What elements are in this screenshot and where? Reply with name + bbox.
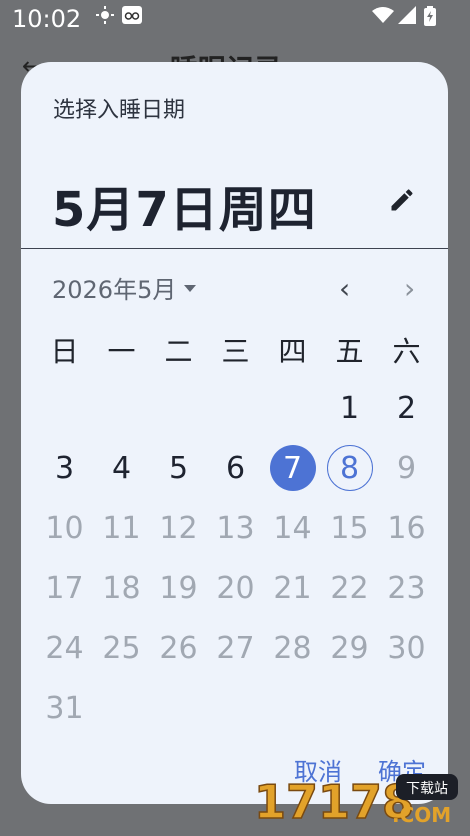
- weekday-header: 日一二三四五六: [36, 327, 434, 377]
- day-number: 27: [216, 630, 255, 666]
- battery-icon: [424, 6, 436, 26]
- header-divider: [21, 248, 448, 249]
- day-number: 4: [111, 450, 132, 486]
- date-picker-dialog: 选择入睡日期 5月7日周四 2026年5月 ‹ › 日一二三四五六 123456…: [21, 62, 448, 804]
- calendar-day: 10: [36, 498, 93, 558]
- day-number: 30: [387, 630, 426, 666]
- calendar-day: 15: [321, 498, 378, 558]
- calendar-day[interactable]: 4: [93, 438, 150, 498]
- day-number: 11: [102, 510, 141, 546]
- calendar-day: 23: [378, 558, 435, 618]
- dropdown-caret-icon: [184, 285, 197, 292]
- weekday-label: 三: [221, 335, 250, 368]
- edit-pencil-icon[interactable]: [388, 186, 416, 214]
- day-number: 28: [273, 630, 312, 666]
- calendar-day: 17: [36, 558, 93, 618]
- calendar-day: 25: [93, 618, 150, 678]
- day-number: 12: [159, 510, 198, 546]
- weekday-label: 二: [164, 335, 193, 368]
- day-number: 25: [102, 630, 141, 666]
- calendar-day: 14: [264, 498, 321, 558]
- calendar-day: 31: [36, 678, 93, 738]
- day-number: 14: [273, 510, 312, 546]
- day-number: 22: [330, 570, 369, 606]
- calendar-day[interactable]: 3: [36, 438, 93, 498]
- calendar-day: 12: [150, 498, 207, 558]
- brightness-icon: [96, 6, 114, 24]
- calendar-day: 13: [207, 498, 264, 558]
- calendar-grid: 1 2 3 4 5 6 7 8 9 10 11 12 13 14 15 16 17 18 19 20 21 22 23 24 2…: [36, 378, 434, 738]
- previous-month-button[interactable]: ‹: [339, 272, 350, 305]
- day-number: 31: [45, 690, 84, 726]
- day-number: 19: [159, 570, 198, 606]
- calendar-day[interactable]: 6: [207, 438, 264, 498]
- calendar-day: 19: [150, 558, 207, 618]
- day-number: 20: [216, 570, 255, 606]
- day-number: 18: [102, 570, 141, 606]
- day-number: 7: [269, 445, 316, 491]
- calendar-day: 30: [378, 618, 435, 678]
- day-number: 3: [54, 450, 75, 486]
- svg-text:17178: 17178: [254, 775, 414, 829]
- day-number: 24: [45, 630, 84, 666]
- empty-day-cell: [207, 378, 264, 438]
- day-number: 2: [396, 390, 417, 426]
- day-number: 15: [330, 510, 369, 546]
- day-number: 23: [387, 570, 426, 606]
- dialog-headline: 选择入睡日期: [53, 98, 186, 123]
- weekday-label: 日: [50, 335, 79, 368]
- day-number: 9: [396, 450, 417, 486]
- empty-day-cell: [264, 378, 321, 438]
- calendar-day: 9: [378, 438, 435, 498]
- empty-day-cell: [36, 378, 93, 438]
- day-number: 17: [45, 570, 84, 606]
- status-bar: 10:02: [0, 0, 470, 40]
- svg-text:下载站: 下载站: [406, 781, 448, 797]
- day-number: 16: [387, 510, 426, 546]
- day-number: 13: [216, 510, 255, 546]
- day-number: 1: [339, 390, 360, 426]
- empty-day-cell: [150, 378, 207, 438]
- calendar-day: 21: [264, 558, 321, 618]
- signal-icon: [398, 6, 416, 24]
- calendar-day: 26: [150, 618, 207, 678]
- svg-text:.COM: .COM: [392, 803, 451, 827]
- today-day[interactable]: 8: [321, 438, 378, 498]
- calendar-day: 29: [321, 618, 378, 678]
- day-number: 6: [225, 450, 246, 486]
- wifi-icon: [372, 7, 394, 23]
- month-label: 2026年5月: [52, 276, 177, 304]
- site-watermark-logo: 17178 下载站 .COM: [253, 774, 458, 830]
- status-time: 10:02: [12, 5, 82, 33]
- weekday-label: 六: [392, 335, 421, 368]
- weekday-label: 五: [335, 335, 364, 368]
- empty-day-cell: [93, 378, 150, 438]
- day-number: 29: [330, 630, 369, 666]
- day-number: 26: [159, 630, 198, 666]
- weekday-label: 一: [107, 335, 136, 368]
- day-number: 5: [168, 450, 189, 486]
- calendar-day: 22: [321, 558, 378, 618]
- selected-date-display: 5月7日周四: [52, 182, 317, 238]
- calendar-day: 27: [207, 618, 264, 678]
- day-number: 10: [45, 510, 84, 546]
- day-number: 8: [326, 445, 373, 491]
- weekday-label: 四: [278, 335, 307, 368]
- calendar-day[interactable]: 5: [150, 438, 207, 498]
- calendar-day[interactable]: 2: [378, 378, 435, 438]
- incognito-icon: [122, 6, 142, 24]
- calendar-day: 24: [36, 618, 93, 678]
- next-month-button[interactable]: ›: [404, 272, 415, 305]
- calendar-day: 20: [207, 558, 264, 618]
- month-year-dropdown[interactable]: 2026年5月: [52, 270, 197, 305]
- calendar-day: 28: [264, 618, 321, 678]
- selected-day[interactable]: 7: [264, 438, 321, 498]
- calendar-day: 16: [378, 498, 435, 558]
- calendar-day: 18: [93, 558, 150, 618]
- calendar-day: 11: [93, 498, 150, 558]
- day-number: 21: [273, 570, 312, 606]
- calendar-day[interactable]: 1: [321, 378, 378, 438]
